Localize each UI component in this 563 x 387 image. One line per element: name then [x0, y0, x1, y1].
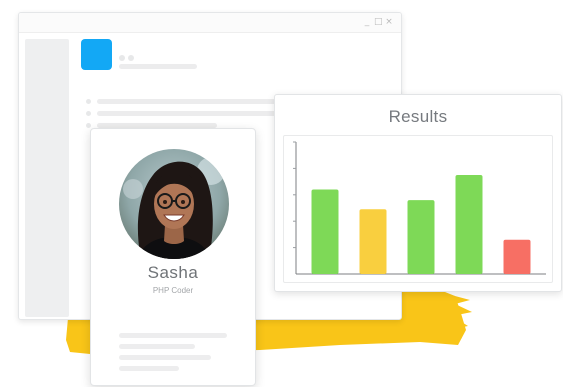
- profile-role: PHP Coder: [152, 286, 194, 295]
- profile-card[interactable]: Sasha PHP Coder: [90, 128, 256, 386]
- chart-bar-2: [359, 209, 387, 274]
- placeholder-dot: [119, 55, 125, 61]
- bar-chart: [293, 141, 546, 275]
- avatar-photo-icon: [119, 149, 229, 259]
- placeholder-line: [119, 366, 179, 371]
- maximize-icon[interactable]: □: [374, 16, 383, 28]
- minimize-icon[interactable]: _: [363, 16, 371, 28]
- placeholder-dot: [86, 123, 91, 128]
- placeholder-dot: [86, 111, 91, 116]
- close-icon[interactable]: ×: [385, 16, 393, 28]
- window-sidebar: [25, 39, 69, 317]
- placeholder-dot: [86, 99, 91, 104]
- placeholder-line: [119, 355, 211, 360]
- placeholder-dot: [128, 55, 134, 61]
- chart-bar-4: [455, 175, 483, 274]
- chart-bar-3: [407, 200, 435, 274]
- placeholder-line: [119, 344, 195, 349]
- brush-bristle: [440, 292, 472, 344]
- avatar: [119, 149, 229, 259]
- app-logo-tile: [81, 39, 112, 70]
- results-title: Results: [388, 107, 448, 126]
- window-titlebar: _ □ ×: [19, 13, 401, 33]
- placeholder-line: [119, 64, 197, 69]
- placeholder-line: [97, 111, 297, 116]
- chart-bar-5: [503, 239, 531, 274]
- results-card: Results: [274, 94, 562, 292]
- chart-bar-1: [311, 189, 339, 274]
- window-controls: _ □ ×: [363, 16, 393, 28]
- profile-name: Sasha: [147, 263, 199, 282]
- placeholder-line: [119, 333, 227, 338]
- chart-frame: [283, 135, 553, 283]
- illustration-stage: _ □ × Results Sasha PHP Coder: [0, 0, 563, 387]
